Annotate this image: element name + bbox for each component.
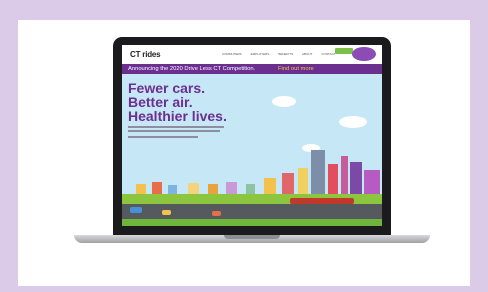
building-illustration [264,178,276,194]
building-illustration [328,164,338,194]
house-illustration [246,184,255,194]
hero-paragraph-line [128,126,224,128]
laptop-bezel: CT rides COMMUTERS EMPLOYERS BENEFITS AB… [113,37,391,235]
house-illustration [168,185,177,194]
house-illustration [136,184,146,194]
building-illustration [298,168,308,194]
announcement-banner: Announcing the 2020 Drive Less CT Compet… [122,64,382,74]
laptop-notch [224,235,280,239]
building-illustration [341,156,348,194]
site-nav: COMMUTERS EMPLOYERS BENEFITS ABOUT CONTA… [222,52,336,56]
cloud [272,96,296,107]
promo-badge[interactable] [352,47,376,61]
site-header: CT rides COMMUTERS EMPLOYERS BENEFITS AB… [122,45,382,64]
laptop-mockup: CT rides COMMUTERS EMPLOYERS BENEFITS AB… [74,37,430,275]
house-illustration [226,182,237,194]
house-illustration [208,184,218,194]
site-logo[interactable]: CT rides [130,50,161,59]
nav-item-employers[interactable]: EMPLOYERS [251,52,270,56]
headline-line-1: Fewer cars. [128,80,206,96]
nav-item-commuters[interactable]: COMMUTERS [222,52,242,56]
laptop-screen: CT rides COMMUTERS EMPLOYERS BENEFITS AB… [122,45,382,226]
road [122,204,382,219]
nav-item-contact[interactable]: CONTACT [321,52,335,56]
house-illustration [152,182,162,194]
sign-in-button[interactable] [335,48,353,54]
screenshot-card: CT rides COMMUTERS EMPLOYERS BENEFITS AB… [18,20,470,286]
banner-link[interactable]: Find out more [278,66,314,72]
building-illustration [282,173,294,194]
building-illustration [350,162,362,194]
building-illustration [364,170,380,194]
hero-section: Fewer cars. Better air. Healthier lives. [122,74,382,226]
hero-headline: Fewer cars. Better air. Healthier lives. [128,81,227,123]
train-illustration [290,198,354,204]
cloud [339,116,367,128]
grass-strip [122,219,382,226]
hero-paragraph-line [128,136,198,138]
car-illustration [162,210,171,215]
tower-illustration [311,150,325,194]
headline-line-2: Better air. [128,94,193,110]
headline-line-3: Healthier lives. [128,108,227,124]
bike-illustration [212,211,221,216]
house-illustration [188,183,199,194]
nav-item-about[interactable]: ABOUT [302,52,312,56]
banner-text: Announcing the 2020 Drive Less CT Compet… [128,66,256,72]
nav-item-benefits[interactable]: BENEFITS [278,52,293,56]
hero-paragraph-line [128,130,220,132]
car-illustration [130,207,142,213]
